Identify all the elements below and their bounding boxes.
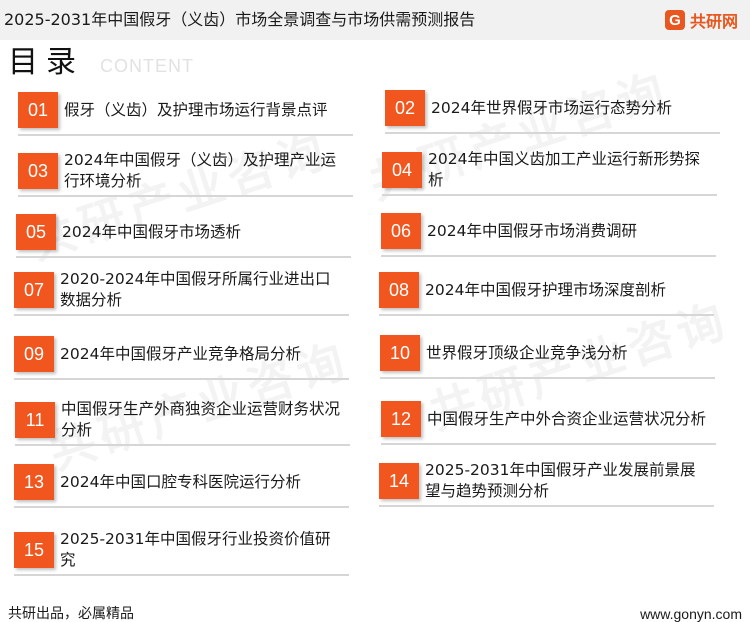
toc-item-title: 世界假牙顶级企业竞争浅分析 [426, 343, 628, 362]
toc-item[interactable]: 03 2024年中国假牙（义齿）及护理产业运行环境分析 [18, 149, 353, 197]
toc-item[interactable]: 09 2024年中国假牙产业竞争格局分析 [14, 332, 349, 380]
toc-item[interactable]: 14 2025-2031年中国假牙产业发展前景展望与趋势预测分析 [379, 459, 714, 507]
toc-item[interactable]: 12 中国假牙生产中外合资企业运营状况分析 [381, 397, 716, 445]
toc-number-badge: 14 [379, 463, 419, 499]
toc-item-title: 2025-2031年中国假牙产业发展前景展望与趋势预测分析 [425, 461, 696, 500]
section-heading: 目录 [8, 45, 84, 80]
footer-slogan: 共研出品，必属精品 [8, 606, 134, 622]
toc-item[interactable]: 15 2025-2031年中国假牙行业投资价值研究 [14, 528, 349, 576]
section-subheading: CONTENT [100, 56, 194, 76]
toc-number-badge: 03 [18, 153, 58, 189]
header-bar: 2025-2031年中国假牙（义齿）市场全景调查与市场供需预测报告 G 共研网 [0, 0, 750, 40]
brand-g-icon: G [664, 10, 685, 30]
toc-item-title: 2024年中国假牙护理市场深度剖析 [425, 280, 666, 299]
toc-item[interactable]: 08 2024年中国假牙护理市场深度剖析 [379, 268, 714, 316]
toc-number-badge: 06 [381, 213, 421, 249]
toc-item[interactable]: 07 2020-2024年中国假牙所属行业进出口数据分析 [14, 268, 349, 316]
toc-item-title: 2024年中国假牙市场透析 [62, 222, 241, 241]
toc-number-badge: 04 [382, 152, 422, 188]
toc-item-title: 2024年中国义齿加工产业运行新形势探析 [428, 150, 700, 189]
toc-number-badge: 01 [18, 92, 58, 128]
brand-logo: G 共研网 [664, 8, 738, 32]
toc-number-badge: 13 [14, 464, 54, 500]
toc-number-badge: 10 [380, 335, 420, 371]
toc-number-badge: 05 [16, 214, 56, 250]
toc-item[interactable]: 01 假牙（义齿）及护理市场运行背景点评 [18, 88, 353, 136]
toc-number-badge: 07 [14, 272, 54, 308]
toc-item-title: 2024年世界假牙市场运行态势分析 [431, 98, 672, 117]
toc-item-title: 假牙（义齿）及护理市场运行背景点评 [64, 100, 328, 119]
toc-item-title: 中国假牙生产外商独资企业运营财务状况分析 [61, 400, 341, 439]
toc-item-title: 2024年中国假牙市场消费调研 [427, 221, 637, 240]
toc-number-badge: 09 [14, 336, 54, 372]
toc-item-title: 中国假牙生产中外合资企业运营状况分析 [427, 409, 707, 428]
toc-item-title: 2024年中国假牙产业竞争格局分析 [60, 344, 301, 363]
toc-item[interactable]: 10 世界假牙顶级企业竞争浅分析 [380, 331, 715, 379]
toc-item-title: 2024年中国口腔专科医院运行分析 [60, 472, 301, 491]
toc-item[interactable]: 02 2024年世界假牙市场运行态势分析 [385, 86, 720, 134]
footer-website-link[interactable]: www.gonyn.com [640, 606, 742, 622]
toc-item[interactable]: 04 2024年中国义齿加工产业运行新形势探析 [382, 148, 717, 196]
toc-item[interactable]: 05 2024年中国假牙市场透析 [16, 210, 351, 258]
toc-item[interactable]: 13 2024年中国口腔专科医院运行分析 [14, 460, 349, 508]
toc-number-badge: 08 [379, 272, 419, 308]
toc-item[interactable]: 11 中国假牙生产外商独资企业运营财务状况分析 [15, 398, 350, 446]
toc-item-title: 2025-2031年中国假牙行业投资价值研究 [60, 530, 331, 569]
toc-number-badge: 12 [381, 401, 421, 437]
toc-number-badge: 11 [15, 402, 55, 438]
toc-item-title: 2020-2024年中国假牙所属行业进出口数据分析 [60, 270, 331, 309]
toc-number-badge: 15 [14, 532, 54, 568]
toc-item-title: 2024年中国假牙（义齿）及护理产业运行环境分析 [64, 151, 336, 190]
toc-item[interactable]: 06 2024年中国假牙市场消费调研 [381, 209, 716, 257]
toc-number-badge: 02 [385, 90, 425, 126]
document-title: 2025-2031年中国假牙（义齿）市场全景调查与市场供需预测报告 [4, 10, 476, 29]
brand-name: 共研网 [689, 12, 738, 31]
